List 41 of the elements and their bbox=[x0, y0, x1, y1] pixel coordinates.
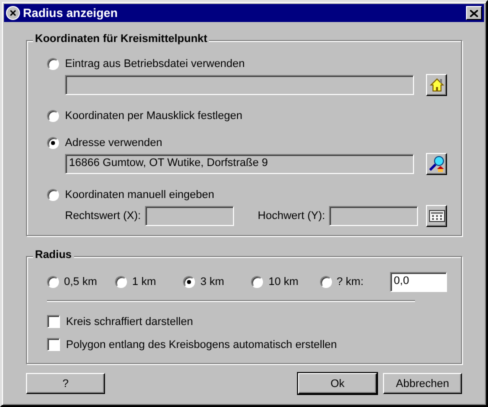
field-label: Hochwert (Y): bbox=[258, 210, 326, 222]
radio-button[interactable] bbox=[47, 110, 59, 122]
radio-button[interactable] bbox=[47, 58, 59, 70]
input-field[interactable] bbox=[65, 75, 414, 95]
radio-label: ? km: bbox=[336, 276, 364, 288]
radio-button[interactable] bbox=[47, 189, 59, 201]
group-title: Koordinaten für Kreismittelpunkt bbox=[33, 33, 210, 45]
dialog-button[interactable]: Ok bbox=[298, 373, 377, 394]
radio-label: Eintrag aus Betriebsdatei verwenden bbox=[65, 58, 245, 70]
radio-label: 0,5 km bbox=[64, 276, 98, 288]
radio-button[interactable] bbox=[320, 276, 332, 288]
input-field[interactable]: 0,0 bbox=[390, 272, 447, 292]
radio-label: Koordinaten manuell eingeben bbox=[65, 189, 214, 201]
radio-label: Adresse verwenden bbox=[65, 137, 162, 149]
radio-button[interactable] bbox=[183, 276, 196, 288]
checkbox[interactable] bbox=[47, 315, 60, 328]
magnifier-icon[interactable] bbox=[426, 153, 447, 175]
radio-button[interactable] bbox=[251, 276, 264, 288]
radio-label: 10 km bbox=[268, 276, 298, 288]
checkbox-label: Polygon entlang des Kreisbogens automatisch erstellen bbox=[66, 338, 337, 350]
dialog-button[interactable]: Abbrechen bbox=[383, 373, 462, 394]
input-field[interactable] bbox=[144, 206, 234, 226]
radio-button[interactable] bbox=[47, 276, 59, 288]
radio-label: Koordinaten per Mausklick festlegen bbox=[65, 110, 242, 122]
checkbox-label: Kreis schraffiert darstellen bbox=[66, 316, 193, 328]
close-button[interactable] bbox=[466, 6, 482, 20]
radio-button[interactable] bbox=[47, 137, 59, 149]
dialog-button[interactable]: ? bbox=[26, 373, 105, 394]
keypad-icon[interactable] bbox=[426, 205, 447, 227]
group-title: Radius bbox=[33, 249, 74, 261]
house-icon[interactable] bbox=[426, 74, 447, 96]
close-icon bbox=[470, 10, 478, 16]
app-icon bbox=[6, 6, 20, 20]
checkbox[interactable] bbox=[47, 338, 60, 351]
window-title: Radius anzeigen bbox=[23, 6, 119, 20]
input-field[interactable] bbox=[329, 206, 418, 226]
input-field[interactable]: 16866 Gumtow, OT Wutike, Dorfstraße 9 bbox=[65, 154, 414, 174]
radio-button[interactable] bbox=[115, 276, 128, 288]
radio-label: 1 km bbox=[132, 276, 156, 288]
field-label: Rechtswert (X): bbox=[65, 210, 141, 222]
radio-label: 3 km bbox=[200, 276, 224, 288]
